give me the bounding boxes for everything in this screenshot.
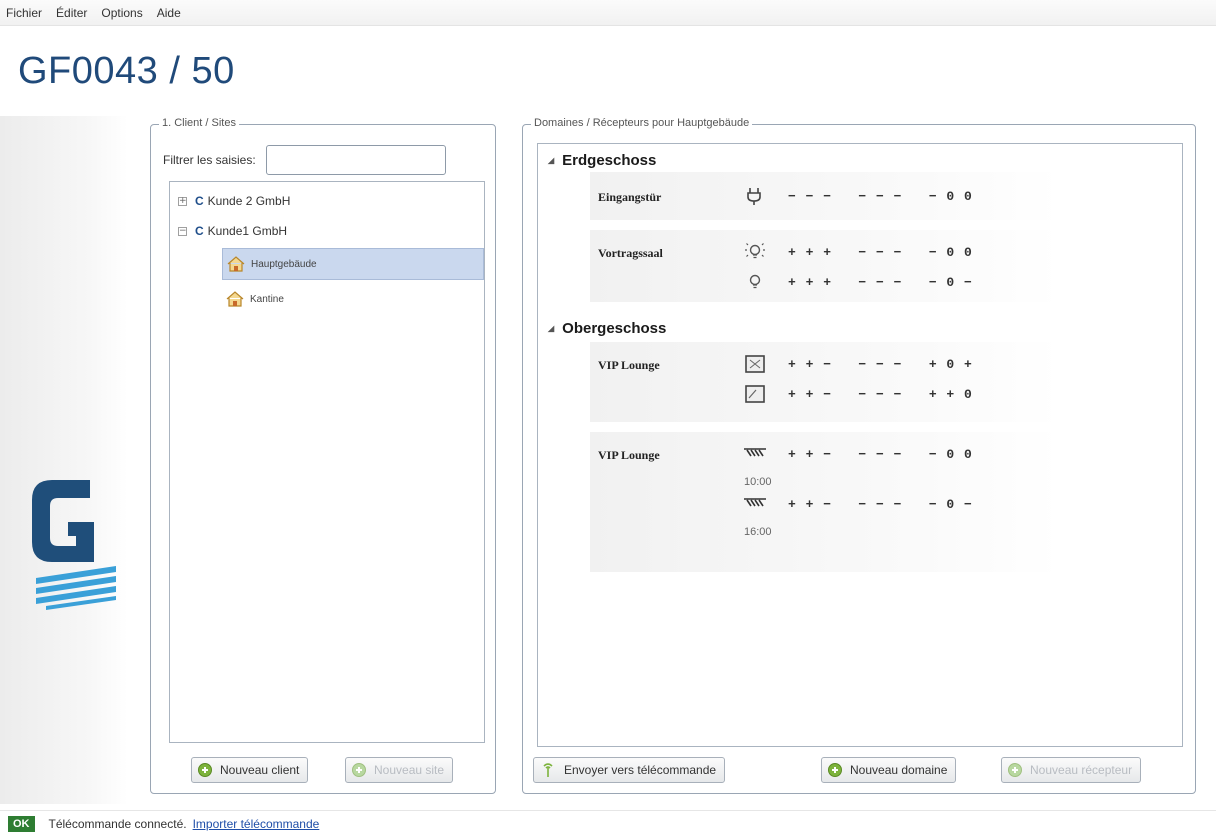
house-icon [226, 291, 244, 307]
client-label: Kunde 2 GmbH [207, 194, 291, 208]
receiver-row[interactable]: + + + − − − − 0 0 [744, 243, 973, 261]
menu-bar: Fichier Éditer Options Aide [0, 0, 1216, 26]
client-type-label: C [195, 194, 204, 208]
receiver-values: + + − − − − − 0 − [788, 496, 973, 512]
receiver-values: − − − − − − − 0 0 [788, 188, 973, 204]
receiver-row[interactable]: + + − − − − + 0 + [744, 355, 973, 373]
tree-item-site[interactable]: Hauptgebäude [222, 248, 484, 280]
new-client-label: Nouveau client [220, 763, 300, 777]
blind-icon [744, 498, 766, 507]
filter-input[interactable] [265, 145, 446, 175]
collapse-triangle-icon[interactable]: ◢ [548, 156, 554, 165]
room-block[interactable]: VIP Lounge + + − − − − − 0 0 10:00 + + −… [590, 432, 1060, 572]
client-label: Kunde1 GmbH [207, 224, 288, 238]
collapse-icon[interactable]: − [178, 226, 187, 236]
add-icon [198, 763, 212, 777]
status-text: Télécommande connecté. [48, 816, 187, 831]
import-remote-link[interactable]: Importer télécommande [193, 817, 320, 831]
window-open-icon [745, 355, 765, 373]
house-icon [227, 256, 245, 272]
room-name: VIP Lounge [598, 358, 660, 372]
new-receiver-label: Nouveau récepteur [1030, 763, 1133, 777]
new-receiver-button[interactable]: Nouveau récepteur [1001, 757, 1142, 783]
tree-item-client[interactable]: − C Kunde1 GmbH [178, 220, 287, 242]
client-tree: + C Kunde 2 GmbH − C Kunde1 GmbH Hauptge… [169, 181, 485, 743]
room-name: Vortragssaal [598, 246, 663, 260]
receiver-values: + + − − − − + 0 + [788, 356, 973, 372]
room-block[interactable]: Vortragssaal + + + − − − − 0 0 + + + − −… [590, 230, 1060, 302]
send-remote-button[interactable]: Envoyer vers télécommande [533, 757, 726, 783]
new-domain-label: Nouveau domaine [850, 763, 948, 777]
clients-group-title: 1. Client / Sites [159, 117, 239, 129]
receiver-values: + + − − − − + + 0 [788, 386, 973, 402]
floor-label: Erdgeschoss [562, 152, 657, 169]
new-site-button[interactable]: Nouveau site [345, 757, 454, 783]
new-site-label: Nouveau site [374, 763, 445, 777]
receiver-row[interactable]: + + − − − − + + 0 [744, 385, 973, 403]
send-remote-label: Envoyer vers télécommande [564, 763, 717, 777]
receiver-row[interactable]: + + + − − − − 0 − [744, 273, 973, 291]
receiver-values: + + + − − − − 0 − [788, 274, 973, 290]
room-block[interactable]: VIP Lounge + + − − − − + 0 + + + − − − −… [590, 342, 1060, 422]
filter-label: Filtrer les saisies: [163, 153, 256, 167]
add-icon [828, 763, 842, 777]
company-logo-icon [32, 480, 116, 610]
side-strip [0, 116, 128, 804]
status-bar: OK Télécommande connecté. Importer téléc… [0, 810, 1216, 836]
expand-icon[interactable]: + [178, 196, 187, 206]
domains-group: Domaines / Récepteurs pour Hauptgebäude … [522, 117, 1196, 794]
menu-help[interactable]: Aide [157, 6, 181, 20]
status-badge: OK [8, 815, 35, 832]
plug-icon [747, 188, 761, 205]
filter-row: Filtrer les saisies: [163, 145, 446, 175]
room-name: VIP Lounge [598, 448, 660, 462]
blind-icon [744, 448, 766, 457]
tree-item-client[interactable]: + C Kunde 2 GmbH [178, 190, 290, 212]
floor-header[interactable]: ◢ Erdgeschoss [548, 152, 656, 169]
receiver-row[interactable]: − − − − − − − 0 0 [744, 187, 973, 205]
receiver-row[interactable]: + + − − − − − 0 − [744, 495, 973, 513]
collapse-triangle-icon[interactable]: ◢ [548, 324, 554, 333]
domains-panel: ◢ Erdgeschoss Eingangstür − − − − − − − … [537, 143, 1183, 747]
menu-edit[interactable]: Éditer [56, 6, 87, 20]
client-type-label: C [195, 224, 204, 238]
new-domain-button[interactable]: Nouveau domaine [821, 757, 957, 783]
remote-icon [543, 763, 553, 777]
receiver-values: + + − − − − − 0 0 [788, 446, 973, 462]
receiver-row[interactable]: + + − − − − − 0 0 [744, 445, 973, 463]
new-client-button[interactable]: Nouveau client [191, 757, 309, 783]
domains-group-title: Domaines / Récepteurs pour Hauptgebäude [531, 117, 753, 129]
bulb-icon [749, 274, 761, 289]
timer-label: 16:00 [744, 526, 772, 538]
receiver-values: + + + − − − − 0 0 [788, 244, 973, 260]
floor-label: Obergeschoss [562, 320, 667, 337]
tree-item-site[interactable]: Kantine [222, 286, 284, 312]
add-icon [1008, 763, 1022, 777]
menu-options[interactable]: Options [101, 6, 142, 20]
add-icon [352, 763, 366, 777]
window-icon [745, 385, 765, 403]
room-name: Eingangstür [598, 190, 662, 204]
floor-header[interactable]: ◢ Obergeschoss [548, 320, 666, 337]
site-label: Hauptgebäude [251, 258, 317, 270]
timer-label: 10:00 [744, 476, 772, 488]
page-title: GF0043 / 50 [18, 50, 235, 92]
bulb-on-icon [745, 243, 765, 259]
site-label: Kantine [250, 293, 284, 305]
room-block[interactable]: Eingangstür − − − − − − − 0 0 [590, 172, 1060, 220]
clients-group: 1. Client / Sites Filtrer les saisies: +… [150, 117, 496, 794]
menu-file[interactable]: Fichier [6, 6, 42, 20]
